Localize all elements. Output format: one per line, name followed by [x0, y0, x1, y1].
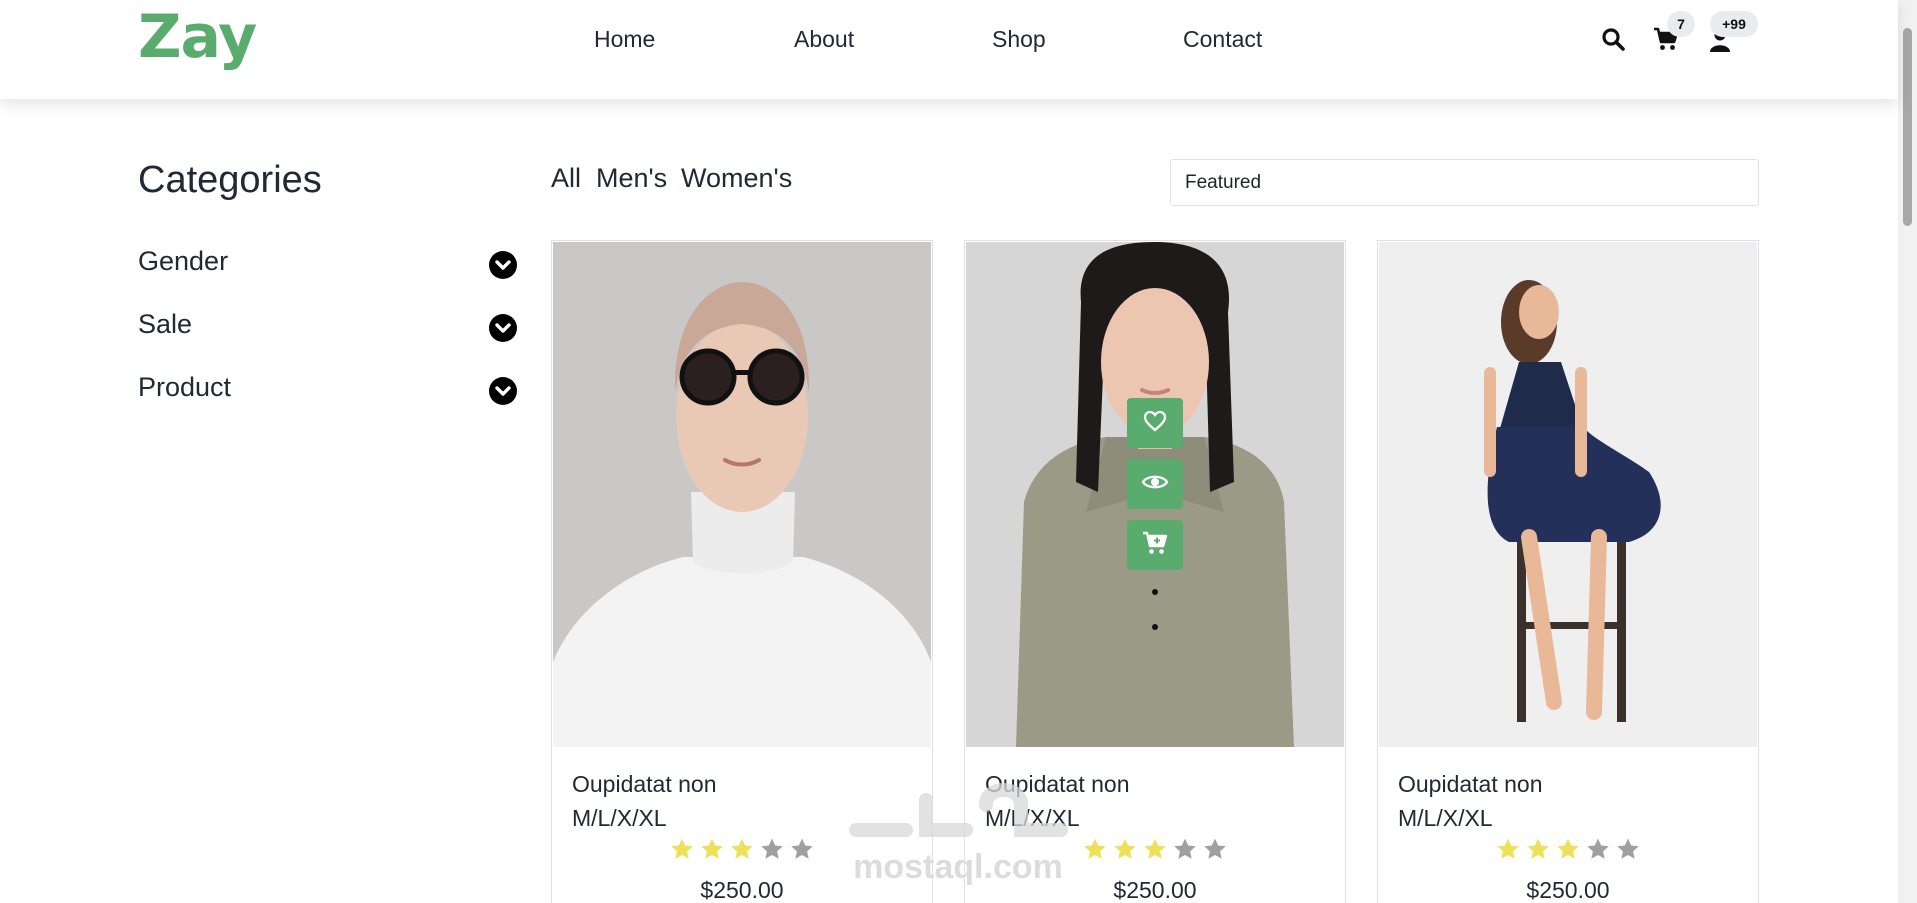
categories-title: Categories: [138, 159, 322, 201]
star-empty-icon: [1587, 838, 1609, 859]
filter-womens[interactable]: Women's: [681, 163, 792, 194]
product-image[interactable]: [1379, 242, 1757, 747]
rating-stars: [1378, 837, 1758, 867]
heart-icon: [1143, 410, 1167, 437]
star-filled-icon: [731, 838, 753, 859]
product-price: $250.00: [1526, 877, 1610, 903]
rating-stars: [965, 837, 1345, 867]
category-sale[interactable]: Sale: [138, 306, 520, 346]
star-filled-icon: [1114, 838, 1136, 859]
filter-all[interactable]: All: [551, 163, 581, 194]
star-empty-icon: [761, 838, 783, 859]
product-sizes: M/L/X/XL: [1398, 805, 1493, 831]
category-gender[interactable]: Gender: [138, 243, 520, 283]
category-label: Product: [138, 372, 232, 402]
star-filled-icon: [1084, 838, 1106, 859]
product-card[interactable]: Oupidatat non M/L/X/XL $250.00: [551, 240, 933, 903]
rating-stars: [552, 837, 932, 867]
nav-shop[interactable]: Shop: [992, 26, 1046, 53]
product-name[interactable]: Oupidatat non: [985, 771, 1130, 798]
wishlist-button[interactable]: [1127, 398, 1183, 448]
chevron-down-icon[interactable]: [489, 251, 517, 279]
product-name[interactable]: Oupidatat non: [1398, 771, 1543, 798]
page-scrollbar[interactable]: [1898, 0, 1917, 903]
eye-icon: [1141, 472, 1169, 497]
product-name[interactable]: Oupidatat non: [572, 771, 717, 798]
nav-about[interactable]: About: [794, 26, 854, 53]
nav-home[interactable]: Home: [594, 26, 655, 53]
category-label: Gender: [138, 246, 229, 276]
scrollbar-thumb[interactable]: [1903, 28, 1912, 226]
star-filled-icon: [671, 838, 693, 859]
product-image[interactable]: [966, 242, 1344, 747]
product-card[interactable]: Oupidatat non M/L/X/XL $250.00: [1377, 240, 1759, 903]
product-image[interactable]: [553, 242, 931, 747]
filter-mens[interactable]: Men's: [596, 163, 667, 194]
star-empty-icon: [1174, 838, 1196, 859]
cart-count-badge: 7: [1667, 11, 1695, 37]
nav-contact[interactable]: Contact: [1183, 26, 1262, 53]
category-label: Sale: [138, 309, 193, 339]
product-card[interactable]: Oupidatat non M/L/X/XL $250.00: [964, 240, 1346, 903]
site-header: Zay Home About Shop Contact 7 +99: [0, 0, 1898, 99]
sort-select[interactable]: Featured: [1170, 159, 1759, 206]
product-sizes: M/L/X/XL: [572, 805, 667, 831]
star-empty-icon: [1617, 838, 1639, 859]
chevron-down-icon[interactable]: [489, 377, 517, 405]
add-to-cart-button[interactable]: [1127, 520, 1183, 570]
user-count-badge: +99: [1710, 11, 1758, 37]
product-price: $250.00: [700, 877, 784, 903]
product-price: $250.00: [1113, 877, 1197, 903]
chevron-down-icon[interactable]: [489, 314, 517, 342]
search-icon[interactable]: [1601, 27, 1625, 56]
cart-plus-icon: [1142, 531, 1168, 560]
star-filled-icon: [701, 838, 723, 859]
product-sizes: M/L/X/XL: [985, 805, 1080, 831]
star-empty-icon: [791, 838, 813, 859]
star-filled-icon: [1557, 838, 1579, 859]
category-product[interactable]: Product: [138, 369, 520, 409]
star-empty-icon: [1204, 838, 1226, 859]
logo[interactable]: Zay: [138, 2, 257, 72]
star-filled-icon: [1144, 838, 1166, 859]
star-filled-icon: [1497, 838, 1519, 859]
quick-view-button[interactable]: [1127, 459, 1183, 509]
star-filled-icon: [1527, 838, 1549, 859]
